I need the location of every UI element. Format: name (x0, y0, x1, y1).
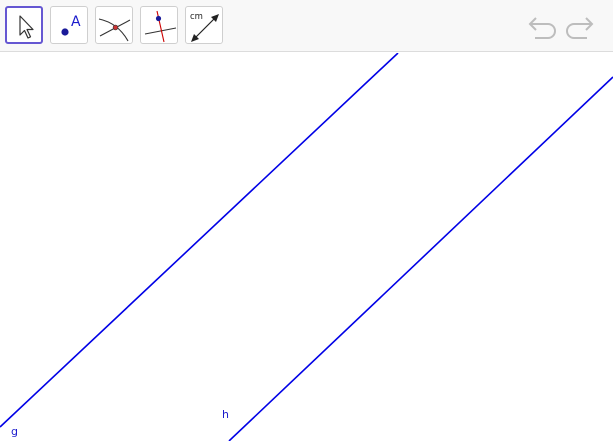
perpendicular-line-tool-button[interactable] (140, 6, 178, 44)
distance-tool-label: cm (190, 12, 203, 22)
point-tool-label: A (71, 14, 81, 30)
line-label-g[interactable]: g (11, 425, 18, 438)
geometry-app: A cm g h (0, 0, 613, 441)
intersect-tool-button[interactable] (95, 6, 133, 44)
point-tool-button[interactable]: A (50, 6, 88, 44)
graphics-canvas[interactable] (0, 53, 613, 441)
redo-button[interactable] (563, 12, 595, 40)
graphics-view[interactable]: g h (0, 53, 613, 441)
line-g[interactable] (0, 53, 399, 428)
point-tool-icon: A (61, 14, 81, 36)
line-label-h[interactable]: h (222, 408, 229, 421)
distance-measure-tool-icon: cm (190, 12, 219, 42)
move-arrow-icon (19, 15, 34, 39)
perpendicular-line-tool-icon (144, 10, 177, 43)
distance-tool-button[interactable]: cm (185, 6, 223, 44)
undo-icon (528, 17, 556, 39)
intersect-tool-icon (98, 18, 131, 42)
line-h[interactable] (228, 76, 613, 441)
undo-button[interactable] (527, 12, 559, 40)
move-tool-button[interactable] (5, 6, 43, 44)
redo-icon (566, 17, 594, 39)
toolbar: A cm (0, 0, 613, 52)
